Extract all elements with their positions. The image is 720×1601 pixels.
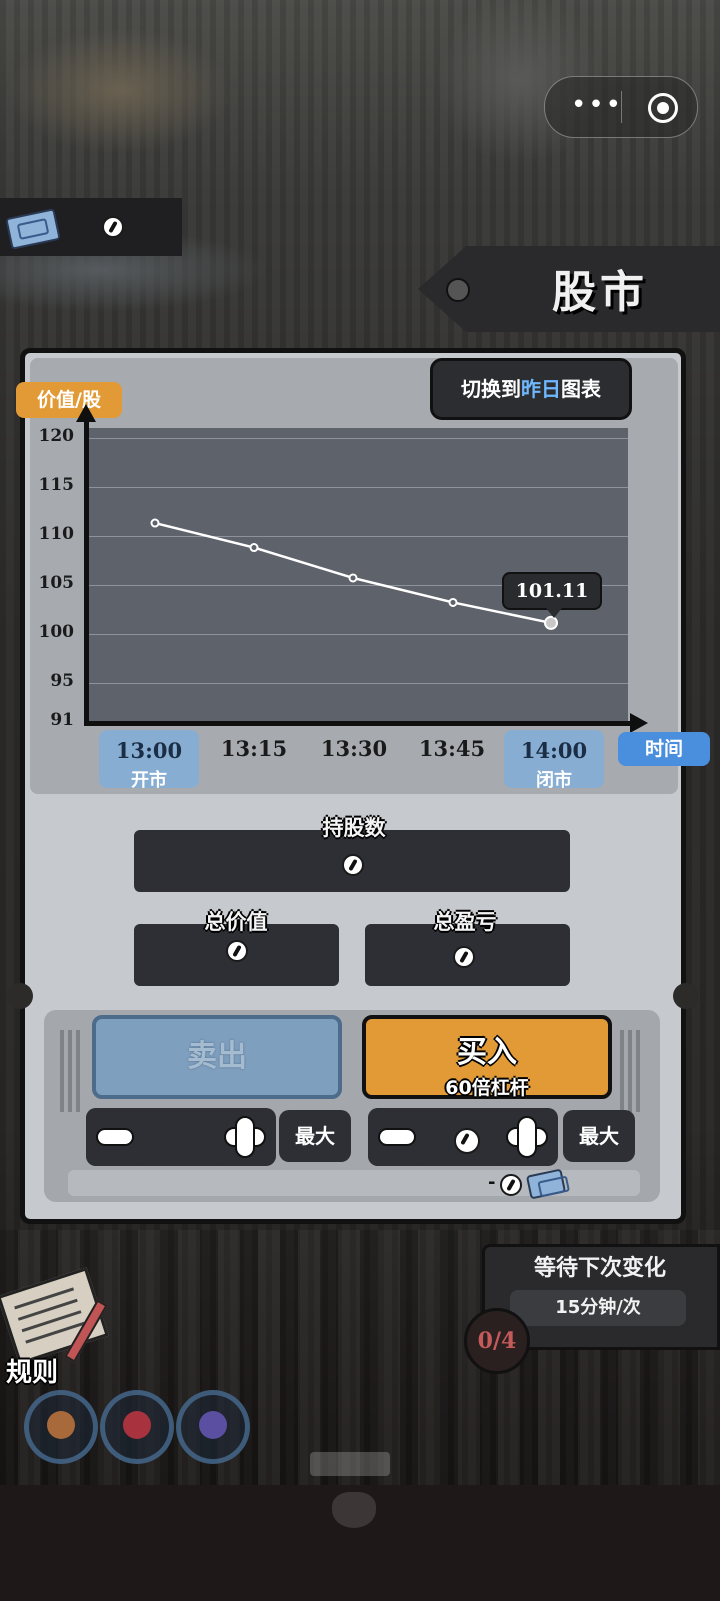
capsule-divider: [621, 91, 622, 123]
y-tick-label: 115: [38, 474, 75, 495]
minus-icon: [96, 1128, 134, 1146]
buy-increase-button[interactable]: [498, 1108, 556, 1166]
open-label: 开市: [131, 770, 167, 791]
switch-suffix: 图表: [561, 377, 601, 401]
buy-label: 买入: [457, 1035, 517, 1070]
page-title: 股市: [552, 267, 648, 318]
y-tick-label: 91: [50, 710, 74, 730]
purple-gem-icon: [199, 1411, 227, 1439]
x-axis-label: 时间: [618, 732, 710, 766]
data-point: [348, 573, 358, 583]
close-time-tag: 14:00 闭市: [504, 730, 604, 791]
open-time-tag: 13:00 开市: [99, 730, 199, 791]
data-point: [249, 543, 259, 553]
rules-label: 规则: [6, 1358, 59, 1388]
zero-coin-icon: [226, 940, 248, 962]
total-pnl-label: 总盈亏: [433, 910, 497, 934]
footer-hint-icon: [332, 1492, 376, 1528]
y-tick-label: 95: [50, 670, 74, 691]
buy-button[interactable]: 买入 60倍杠杆: [362, 1015, 612, 1099]
open-time: 13:00: [115, 738, 183, 763]
change-interval: 15分钟/次: [510, 1290, 686, 1326]
pin-icon: [446, 278, 470, 302]
currency-bar: [0, 198, 182, 256]
data-point: [544, 615, 558, 630]
shares-label: 持股数: [322, 816, 386, 840]
red-gem-icon: [123, 1411, 151, 1439]
change-counter: 0/4: [464, 1308, 530, 1374]
orange-gem-icon: [47, 1411, 75, 1439]
y-tick-label: 110: [38, 523, 75, 544]
zero-coin-icon: [500, 1174, 522, 1196]
switch-chart-button[interactable]: 切换到昨日图表: [430, 358, 632, 420]
x-tick-label: 13:15: [220, 736, 288, 761]
more-button[interactable]: •••: [567, 92, 627, 121]
avatar-slot[interactable]: [100, 1390, 174, 1464]
total-value-label: 总价值: [204, 910, 268, 934]
next-change-title: 等待下次变化: [533, 1256, 666, 1281]
avatar-slot[interactable]: [24, 1390, 98, 1464]
y-tick-label: 120: [38, 425, 75, 446]
plus-icon: [235, 1116, 255, 1158]
footer-blurred-text: [310, 1452, 390, 1476]
y-axis-label: 价值/股: [16, 382, 122, 418]
close-label: 闭市: [536, 770, 572, 791]
series-line: [154, 521, 552, 625]
minus-icon: [378, 1128, 416, 1146]
zero-coin-icon: [342, 854, 364, 876]
rail-decoration: [620, 1030, 644, 1112]
y-tick-label: 100: [38, 621, 75, 642]
zero-coin-icon: [102, 216, 124, 238]
current-value-bubble: 101.11: [502, 572, 602, 618]
avatar-slot[interactable]: [176, 1390, 250, 1464]
close-miniprogram-button[interactable]: [648, 93, 678, 123]
x-tick-label: 13:30: [320, 736, 388, 761]
buy-max-button[interactable]: 最大: [563, 1110, 635, 1162]
close-time: 14:00: [520, 738, 588, 763]
sell-decrease-button[interactable]: [86, 1108, 144, 1166]
plus-icon: [517, 1116, 537, 1158]
capsule-menu: •••: [544, 76, 698, 138]
switch-highlight: 昨日: [521, 377, 561, 401]
y-tick-label: 105: [38, 572, 75, 593]
zero-coin-icon: [453, 946, 475, 968]
leverage-label: 60倍杠杆: [445, 1077, 529, 1099]
data-point: [448, 597, 458, 607]
sell-max-button[interactable]: 最大: [279, 1110, 351, 1162]
x-tick-label: 13:45: [418, 736, 486, 761]
buy-quantity-value: [454, 1128, 480, 1154]
ticket-icon: [5, 208, 61, 250]
data-point: [150, 518, 160, 528]
sell-button[interactable]: 卖出: [92, 1015, 342, 1099]
sell-increase-button[interactable]: [216, 1108, 274, 1166]
buy-decrease-button[interactable]: [368, 1108, 426, 1166]
rail-decoration: [60, 1030, 84, 1112]
switch-prefix: 切换到: [461, 377, 521, 401]
cost-prefix: -: [488, 1172, 496, 1193]
